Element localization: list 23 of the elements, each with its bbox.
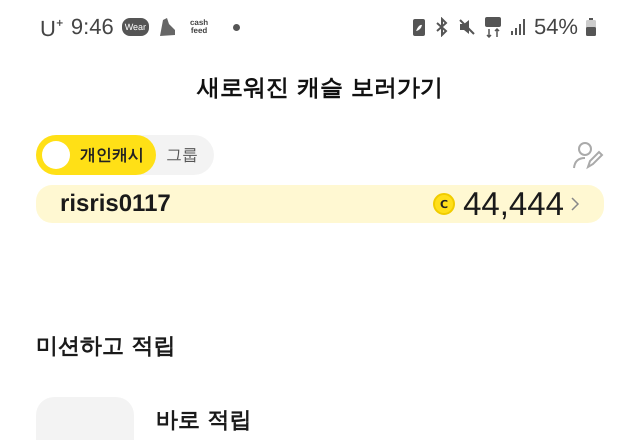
page-title: 새로워진 캐슬 보러가기 xyxy=(196,74,444,103)
carrier-label: U⁺ xyxy=(40,15,63,42)
notification-dot xyxy=(233,24,240,30)
coin-icon: C xyxy=(433,193,456,215)
battery-icon xyxy=(586,18,596,36)
mission-title[interactable]: 바로 적립 xyxy=(156,405,252,440)
edit-profile-icon[interactable] xyxy=(572,140,604,170)
signal-icon xyxy=(510,18,526,36)
battery-percent: 54% xyxy=(534,14,578,40)
app-label: cash feed xyxy=(188,19,210,35)
segment-tab[interactable]: 그룹 xyxy=(156,135,200,175)
battery-saver-icon xyxy=(412,17,426,37)
network-5g-icon xyxy=(484,16,502,38)
section-title: 미션하고 적립 xyxy=(35,333,177,361)
username: risris0117 xyxy=(60,190,171,218)
chevron-right-icon xyxy=(570,196,580,212)
bluetooth-icon xyxy=(434,17,450,37)
clock: 9:46 xyxy=(70,14,114,40)
cash-balance: 44,444 xyxy=(463,185,564,223)
mute-icon xyxy=(458,18,476,36)
app-badge: Wear xyxy=(122,18,150,36)
segment-tab[interactable]: 개인캐시 xyxy=(36,135,156,175)
account-card[interactable]: risris0117 C 44,444 xyxy=(36,185,604,223)
